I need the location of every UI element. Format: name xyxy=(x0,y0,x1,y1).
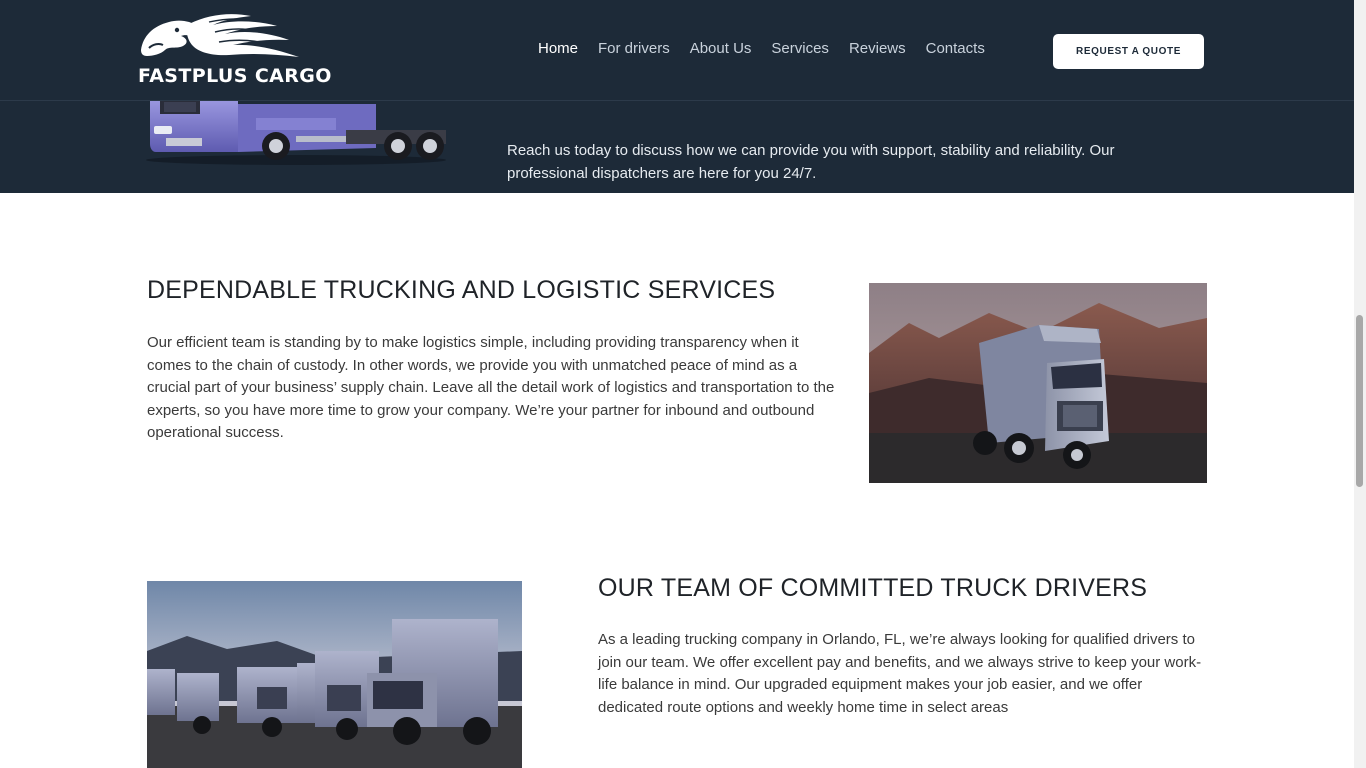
page: FASTPLUS CARGO Home For drivers About Us… xyxy=(0,0,1354,768)
section-title-drivers: OUR TEAM OF COMMITTED TRUCK DRIVERS xyxy=(598,574,1148,602)
page-scrollbar-thumb[interactable] xyxy=(1356,315,1363,487)
nav-reviews[interactable]: Reviews xyxy=(839,38,916,64)
nav-contacts[interactable]: Contacts xyxy=(916,38,995,64)
site-header: FASTPLUS CARGO Home For drivers About Us… xyxy=(0,0,1354,101)
truck-fleet-image xyxy=(147,581,522,768)
truck-canyon-image xyxy=(869,283,1207,483)
section-body-trucking: Our efficient team is standing by to mak… xyxy=(147,334,835,441)
nav-about-us[interactable]: About Us xyxy=(680,38,762,64)
hero-text: Reach us today to discuss how we can pro… xyxy=(507,142,1115,182)
main-nav: Home For drivers About Us Services Revie… xyxy=(528,38,995,64)
nav-services[interactable]: Services xyxy=(761,38,839,64)
section-title-trucking: DEPENDABLE TRUCKING AND LOGISTIC SERVICE… xyxy=(147,276,776,304)
jaguar-flame-icon xyxy=(141,14,299,58)
nav-for-drivers[interactable]: For drivers xyxy=(588,38,680,64)
brand-logo[interactable]: FASTPLUS CARGO xyxy=(137,10,331,88)
section-body-drivers: As a leading trucking company in Orlando… xyxy=(598,631,1202,716)
nav-home[interactable]: Home xyxy=(528,38,588,64)
brand-name: FASTPLUS CARGO xyxy=(138,65,332,87)
hero-truck-image xyxy=(146,100,446,165)
request-quote-button[interactable]: REQUEST A QUOTE xyxy=(1053,34,1204,69)
hero-strip: Reach us today to discuss how we can pro… xyxy=(0,100,1354,193)
